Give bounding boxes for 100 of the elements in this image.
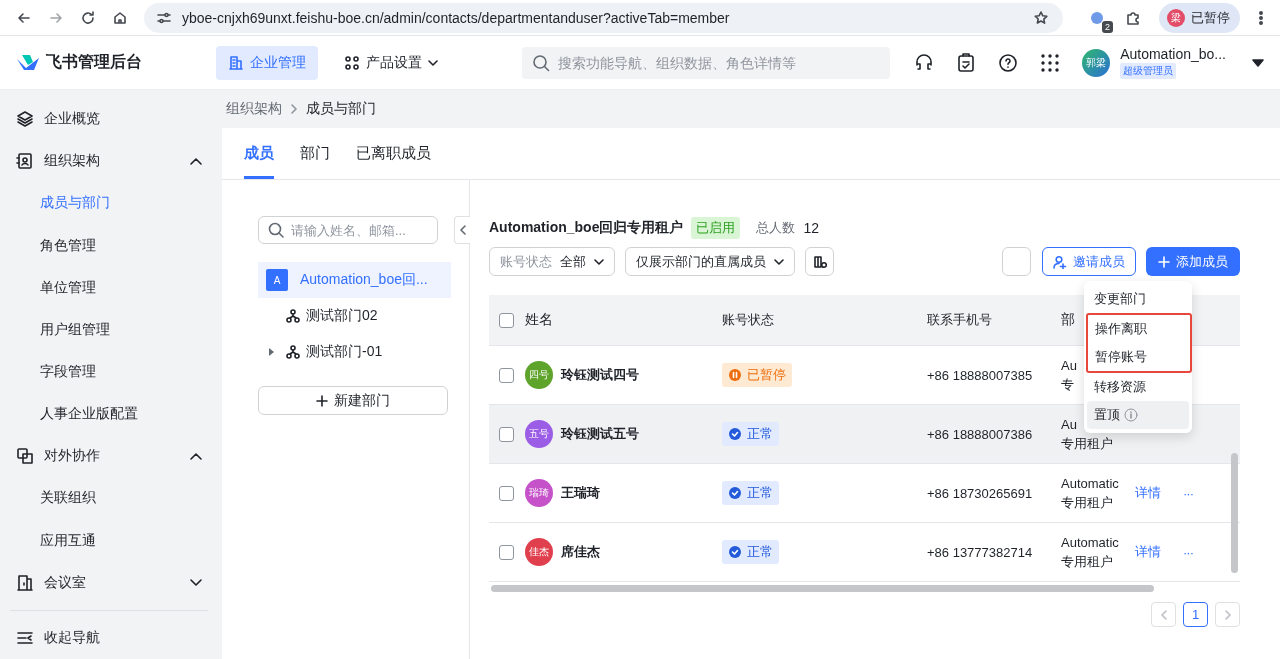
nav-item[interactable]: 关联组织 — [12, 477, 222, 520]
tab[interactable]: 成员 — [244, 128, 274, 179]
search-field[interactable]: 搜索功能导航、组织数据、角色详情等 — [521, 46, 891, 79]
column-header: 部 — [1061, 311, 1075, 327]
tree-item[interactable]: A Automation_boe回... — [258, 262, 451, 298]
nav-item[interactable]: 用户组管理 — [12, 308, 222, 351]
tree-item[interactable]: 测试部门-01 — [258, 334, 451, 370]
menu-item[interactable]: 置顶 — [1087, 401, 1189, 429]
menu-item[interactable]: 转移资源 — [1087, 373, 1189, 401]
nav-item[interactable]: 应用互通 — [12, 519, 222, 562]
bookmark-star-icon[interactable] — [1033, 9, 1049, 26]
kebab-menu-icon[interactable] — [1258, 9, 1264, 26]
checkbox[interactable] — [499, 544, 514, 560]
caret-down-icon — [594, 257, 604, 266]
tab[interactable]: 部门 — [300, 128, 330, 179]
profile-button[interactable]: 梁 已暂停 — [1159, 2, 1240, 33]
checkbox[interactable] — [499, 485, 514, 501]
member-name: 玲钰测试四号 — [561, 366, 639, 384]
reload-icon[interactable] — [80, 9, 96, 26]
nav-tab[interactable]: 企业管理 — [215, 45, 318, 80]
nodes-icon — [343, 54, 360, 71]
org-chart-icon — [286, 309, 300, 323]
user-avatar[interactable]: 郭梁 — [1082, 48, 1111, 77]
checkbox[interactable] — [499, 426, 514, 442]
nav-item[interactable]: 会议室 — [12, 561, 222, 604]
filter-dropdown[interactable]: 账号状态 全部 — [489, 247, 615, 276]
table-cell-text: Automatic — [1061, 475, 1119, 493]
org-chart-icon — [286, 345, 300, 359]
scrollbar[interactable] — [491, 585, 1154, 592]
role-badge: 超级管理员 — [1120, 63, 1177, 79]
status-tag: 已暂停 — [722, 363, 792, 387]
nav-tab[interactable]: 产品设置 — [331, 45, 450, 80]
checkbox[interactable] — [499, 367, 514, 383]
page-button[interactable]: 1 — [1183, 602, 1208, 627]
plus-icon — [316, 394, 328, 407]
puzzle-icon[interactable] — [1125, 9, 1141, 26]
help-icon[interactable] — [998, 52, 1019, 73]
address-bar[interactable]: yboe-cnjxh69unxt.feishu-boe.cn/admin/contacts/departmentanduser?activeTab=member — [144, 2, 1063, 33]
invite-button[interactable]: 邀请成员 — [1042, 247, 1136, 276]
logo-icon — [16, 52, 40, 73]
detail-link[interactable]: 详情 — [1135, 484, 1161, 502]
column-header: 联系手机号 — [927, 312, 992, 327]
nav-item[interactable]: 对外协作 — [12, 435, 222, 478]
chevron-right-icon — [290, 104, 298, 114]
table-cell-text: Automatic — [1061, 534, 1119, 552]
status-tag: 已启用 — [691, 217, 741, 239]
nav-item[interactable]: 成员与部门 — [12, 182, 222, 225]
add-member-button[interactable]: 添加成员 — [1146, 247, 1240, 276]
user-plus-icon — [1053, 254, 1067, 269]
filter-dropdown[interactable]: 仅展示部门的直属成员 — [625, 247, 795, 276]
extension-badge: 2 — [1102, 20, 1113, 33]
member-name: 王瑞琦 — [561, 484, 600, 502]
column-header: 姓名 — [525, 311, 553, 327]
status-tag: 正常 — [722, 540, 779, 564]
more-button[interactable]: ··· — [1183, 544, 1193, 560]
nav-item[interactable]: 角色管理 — [12, 224, 222, 267]
search-field[interactable]: 请输入姓名、邮箱... — [258, 216, 438, 244]
tab[interactable]: 已离职成员 — [356, 128, 431, 179]
nav-item[interactable]: 字段管理 — [12, 350, 222, 394]
caret-down-icon[interactable] — [1252, 58, 1264, 67]
table-cell-text: 专用租户 — [1061, 553, 1113, 571]
extension-icon[interactable] — [1089, 9, 1105, 26]
table-cell-text: +86 18888007385 — [927, 367, 1034, 383]
member-avatar: 瑞琦 — [525, 479, 553, 507]
collapse-nav-button[interactable]: 收起导航 — [12, 616, 222, 659]
clipboard-check-icon[interactable] — [956, 52, 977, 73]
scrollbar[interactable] — [1231, 453, 1238, 573]
nav-item[interactable]: 人事企业版配置 — [12, 393, 222, 436]
nav-item[interactable]: 企业概览 — [12, 98, 222, 141]
member-name: 席佳杰 — [561, 543, 600, 561]
nav-item[interactable]: 单位管理 — [12, 266, 222, 309]
column-settings-button[interactable] — [805, 247, 834, 276]
total-count: 12 — [803, 220, 820, 236]
contact-card-icon — [16, 152, 34, 171]
nav-item[interactable]: 组织架构 — [12, 140, 222, 183]
chevron-left-icon — [459, 225, 466, 235]
member-avatar: 佳杰 — [525, 538, 553, 566]
check-circle-icon — [728, 486, 742, 500]
new-department-button[interactable]: 新建部门 — [258, 386, 448, 415]
menu-item[interactable]: 操作离职 — [1088, 315, 1190, 343]
menu-item[interactable]: 变更部门 — [1087, 285, 1189, 313]
status-tag: 正常 — [722, 481, 779, 505]
check-circle-icon — [728, 545, 742, 559]
user-name: Automation_bo... — [1120, 46, 1226, 62]
table-cell-text: +86 18730265691 — [927, 485, 1034, 501]
app-title: 飞书管理后台 — [46, 52, 142, 72]
profile-avatar: 梁 — [1167, 8, 1185, 27]
home-icon[interactable] — [112, 9, 128, 26]
headset-icon[interactable] — [914, 52, 935, 73]
pause-icon — [728, 368, 742, 382]
tree-item[interactable]: 测试部门02 — [258, 298, 451, 334]
building-icon — [227, 54, 244, 71]
more-button[interactable]: ··· — [1183, 485, 1193, 501]
checkbox[interactable] — [499, 312, 514, 328]
breadcrumb-item[interactable]: 组织架构 — [226, 100, 282, 118]
layers-icon — [16, 110, 34, 129]
caret-right-icon[interactable] — [268, 348, 274, 356]
app-grid-icon[interactable] — [1040, 52, 1061, 73]
menu-item[interactable]: 暂停账号 — [1088, 343, 1190, 371]
detail-link[interactable]: 详情 — [1135, 543, 1161, 561]
